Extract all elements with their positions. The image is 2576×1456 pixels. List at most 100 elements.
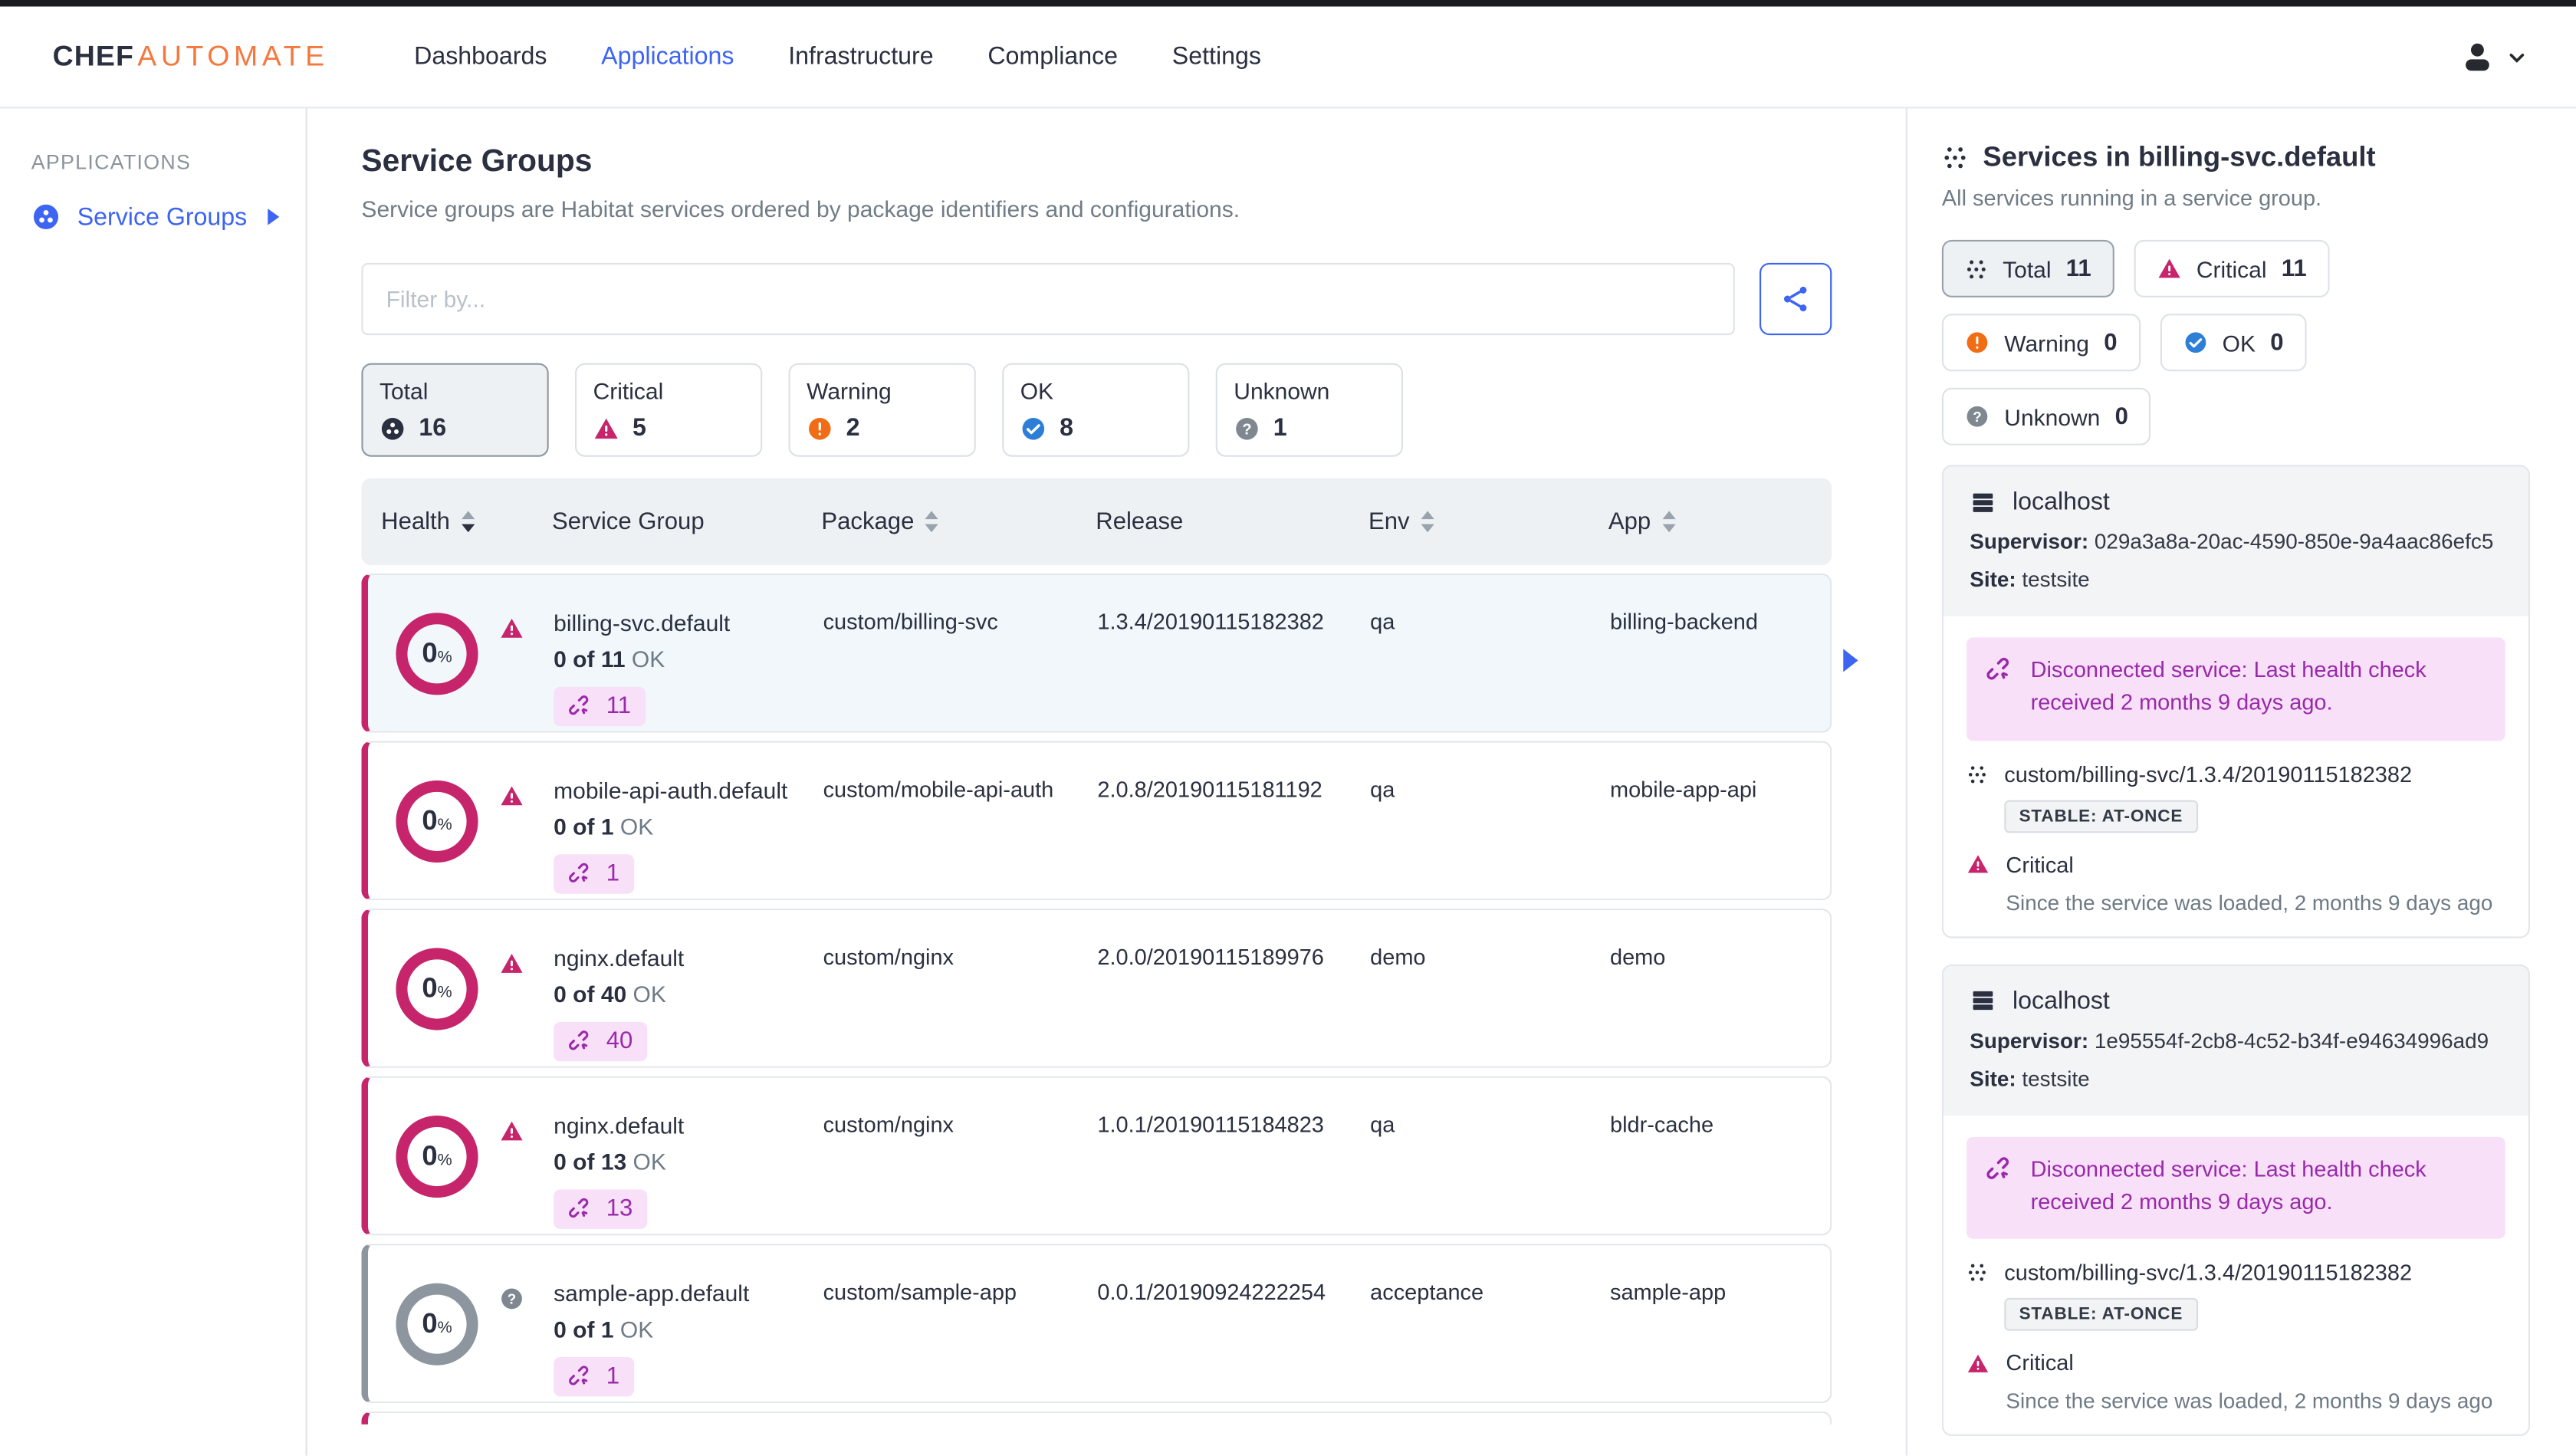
table-row[interactable]: 0% nginx.default 0 of 13 OK 13 custom/ng… <box>361 1076 1832 1236</box>
env-cell: demo <box>1370 945 1426 970</box>
nav-dashboards[interactable]: Dashboards <box>414 43 547 71</box>
release-cell: 2.0.0/20190115189976 <box>1097 945 1324 970</box>
column-header-release[interactable]: Release <box>1096 508 1368 534</box>
svg-text:?: ? <box>1242 420 1251 437</box>
services-grid-icon <box>1965 257 1988 280</box>
sort-icon[interactable] <box>1662 511 1676 532</box>
app-cell: billing-backend <box>1610 610 1758 635</box>
svg-text:?: ? <box>1973 409 1981 425</box>
release-cell: 0.0.1/20190924222254 <box>1097 1280 1326 1305</box>
package-cell: custom/nginx <box>823 945 955 970</box>
critical-icon <box>499 951 524 976</box>
column-header-env[interactable]: Env <box>1368 508 1608 535</box>
column-header-service-group[interactable]: Service Group <box>552 508 821 534</box>
main-content: Service Groups Service groups are Habita… <box>307 108 1906 1455</box>
service-group-cell: sample-app.default 0 of 1 OK 1 <box>554 1245 823 1402</box>
top-navigation: CHEF AUTOMATE Dashboards Applications Inf… <box>0 6 2576 109</box>
column-header-package[interactable]: Package <box>821 508 1096 535</box>
filter-input[interactable] <box>361 262 1735 336</box>
table-row[interactable]: 0% billing-svc.default 0 of 11 OK 11 cus… <box>361 573 1832 733</box>
env-cell: acceptance <box>1370 1280 1484 1305</box>
page-title: Service Groups <box>361 144 593 179</box>
health-status-row: Critical <box>1967 1350 2505 1375</box>
app-cell: mobile-app-api <box>1610 777 1757 802</box>
supervisor-id: 1e95554f-2cb8-4c52-b34f-e94634996ad9 <box>2094 1027 2489 1053</box>
status-card-critical[interactable]: Critical 5 <box>575 363 763 457</box>
status-card-warning[interactable]: Warning 2 <box>788 363 976 457</box>
server-icon <box>1970 489 1996 515</box>
critical-count: 5 <box>632 414 646 442</box>
ok-ratio: 0 of 1 <box>554 1316 614 1343</box>
since-text: Since the service was loaded, 2 months 9… <box>2006 1388 2493 1413</box>
broken-link-icon <box>568 695 593 719</box>
table-row[interactable]: 0% nginx.default 0 of 40 OK 40 custom/ng… <box>361 909 1832 1068</box>
supervisor-row: Supervisor: 1e95554f-2cb8-4c52-b34f-e946… <box>1970 1027 2489 1053</box>
nav-infrastructure[interactable]: Infrastructure <box>788 43 933 71</box>
package-cell: custom/nginx <box>823 1112 955 1137</box>
chevron-down-icon <box>2507 47 2527 67</box>
disconnected-badge: 1 <box>554 1357 635 1398</box>
service-group-name: billing-svc.default <box>554 610 731 636</box>
env-cell: qa <box>1370 610 1395 635</box>
health-cell: 0% <box>383 910 554 1067</box>
package-cell: custom/billing-svc <box>823 610 998 635</box>
table-row-partial[interactable] <box>361 1411 1832 1425</box>
disconnected-count: 40 <box>606 1029 633 1056</box>
pill-ok[interactable]: OK 0 <box>2160 314 2307 372</box>
app-cell: bldr-cache <box>1610 1112 1714 1137</box>
package-cell: custom/mobile-api-auth <box>823 777 1054 802</box>
status-card-ok[interactable]: OK 8 <box>1002 363 1190 457</box>
nav-settings[interactable]: Settings <box>1172 43 1261 71</box>
pill-warning[interactable]: Warning 0 <box>1941 314 2141 372</box>
unknown-icon: ? <box>499 1287 524 1311</box>
ok-ratio: 0 of 1 <box>554 813 614 840</box>
warning-icon <box>807 415 833 441</box>
broken-link-icon <box>568 1030 593 1054</box>
host-name: localhost <box>2013 986 2110 1015</box>
host-row[interactable]: localhost <box>1970 488 2502 516</box>
pill-total[interactable]: Total 11 <box>1941 239 2114 297</box>
selected-row-arrow-icon[interactable] <box>1843 649 1858 672</box>
service-group-name: nginx.default <box>554 945 685 971</box>
health-status-row: Critical <box>1967 852 2505 876</box>
channel-badge: STABLE: AT-ONCE <box>2004 1297 2198 1331</box>
filter-row <box>361 262 1832 336</box>
host-row[interactable]: localhost <box>1970 987 2502 1014</box>
service-group-cell: billing-svc.default 0 of 11 OK 11 <box>554 575 823 731</box>
service-groups-table: Health Service Group Package Release Env… <box>361 478 1832 1425</box>
expand-arrow-icon[interactable] <box>268 209 280 225</box>
site-name: testsite <box>2022 567 2090 592</box>
package-cell: custom/sample-app <box>823 1280 1017 1305</box>
pill-unknown[interactable]: ? Unknown 0 <box>1941 387 2151 445</box>
package-row: custom/billing-svc/1.3.4/20190115182382 <box>1967 1260 2505 1285</box>
disconnected-alert: Disconnected service: Last health check … <box>1967 637 2505 741</box>
column-header-app[interactable]: App <box>1608 508 1832 535</box>
table-row[interactable]: 0% mobile-api-auth.default 0 of 1 OK 1 c… <box>361 741 1832 901</box>
status-card-total[interactable]: Total 16 <box>361 363 549 457</box>
user-menu[interactable] <box>2459 38 2527 74</box>
sort-icon[interactable] <box>1421 511 1434 532</box>
user-avatar-icon <box>2459 38 2496 74</box>
app-cell: demo <box>1610 945 1666 970</box>
status-card-unknown[interactable]: Unknown ? 1 <box>1215 363 1403 457</box>
share-button[interactable] <box>1760 262 1832 336</box>
env-cell: qa <box>1370 777 1395 802</box>
critical-icon <box>2157 256 2181 281</box>
sort-icon[interactable] <box>925 511 939 532</box>
disconnected-badge: 1 <box>554 854 635 895</box>
sort-icon[interactable] <box>461 511 475 532</box>
release-cell: 2.0.8/20190115181192 <box>1097 777 1322 802</box>
status-filter-cards: Total 16 Critical 5 Warning 2 OK 8 Unkno… <box>361 363 1832 457</box>
supervisor-id: 029a3a8a-20ac-4590-850e-9a4aac86efc5 <box>2094 529 2494 554</box>
package-ident: custom/billing-svc/1.3.4/20190115182382 <box>2004 761 2413 787</box>
ok-ratio: 0 of 13 <box>554 1149 627 1175</box>
column-header-health[interactable]: Health <box>381 508 552 535</box>
page-layout: APPLICATIONS Service Groups Service Grou… <box>0 108 2576 1456</box>
chef-automate-logo[interactable]: CHEF AUTOMATE <box>53 39 329 74</box>
table-row[interactable]: 0% ? sample-app.default 0 of 1 OK 1 cust… <box>361 1244 1832 1403</box>
broken-link-icon <box>1986 1156 2014 1220</box>
nav-applications[interactable]: Applications <box>601 43 734 71</box>
sidebar-item-service-groups[interactable]: Service Groups <box>31 202 306 232</box>
nav-compliance[interactable]: Compliance <box>987 43 1118 71</box>
pill-critical[interactable]: Critical 11 <box>2134 239 2330 297</box>
